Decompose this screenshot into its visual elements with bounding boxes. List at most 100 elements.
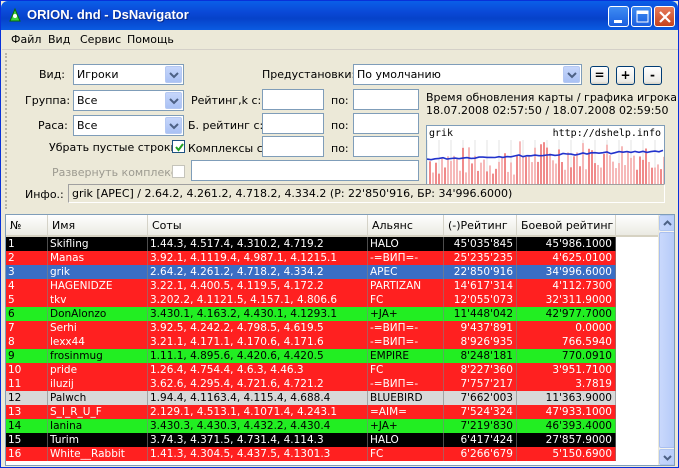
table-row[interactable]: 8 lexx44 3.21.1, 4.171.1, 4.170.6, 4.171.6… <box>6 335 659 349</box>
presets-select[interactable]: По умолчанию <box>353 64 582 85</box>
cell-number: 3 <box>6 265 48 279</box>
graph-bar <box>576 152 578 184</box>
table-row[interactable]: 14 Ianina 3.430.3, 4.430.3, 4.432.2, 4.430… <box>6 419 659 433</box>
graph-bar <box>564 169 566 184</box>
expand-complexes-checkbox[interactable] <box>172 165 185 178</box>
complexes-from-input[interactable] <box>262 136 324 157</box>
table-row[interactable]: 11 iluzij 3.62.6, 4.295.4, 4.721.6, 4.721.… <box>6 377 659 391</box>
graph-bar <box>597 164 599 184</box>
expand-complexes-label: Развернуть комплексы <box>52 166 186 179</box>
graph-bar <box>660 169 662 184</box>
cell-rating: 6'417'424 <box>444 433 517 447</box>
view-select[interactable]: Игроки <box>73 64 184 85</box>
table-row[interactable]: 1 Skifling 1.44.3, 4.517.4, 4.310.2, 4.719… <box>6 237 659 251</box>
menu-file[interactable]: Файл <box>11 33 41 46</box>
graph-bar <box>480 162 482 184</box>
group-select[interactable]: Все <box>73 90 184 111</box>
col-header-number[interactable]: № <box>6 215 48 237</box>
race-select-arrow[interactable] <box>165 117 182 134</box>
graph-bar <box>489 165 491 184</box>
scroll-up-button[interactable] <box>659 215 674 231</box>
table-row[interactable]: 4 HAGENIDZE 3.22.1, 4.400.5, 4.119.5, 4.17… <box>6 279 659 293</box>
cell-number: 5 <box>6 293 48 307</box>
table-row[interactable]: 16 White__Rabbit 1.41.3, 4.304.5, 4.437.5,… <box>6 447 659 461</box>
graph-bar <box>498 161 500 184</box>
remove-empty-checkbox[interactable] <box>172 140 185 153</box>
cell-name: tkv <box>48 293 148 307</box>
graph-bar <box>432 172 434 184</box>
preset-save-button[interactable]: = <box>590 66 609 85</box>
complexes-from-label: Комплексы с: <box>188 142 267 155</box>
group-select-arrow[interactable] <box>165 92 182 109</box>
cell-alliance: FC <box>368 447 444 461</box>
graph-bar <box>453 155 455 184</box>
cell-soty: 3.430.1, 4.163.2, 4.430.1, 4.1293.1 <box>148 307 368 321</box>
cell-rating: 25'235'235 <box>444 251 517 265</box>
chevron-down-icon <box>169 72 179 79</box>
table-row[interactable]: 13 S_I_R_U_F 2.129.1, 4.513.1, 4.1071.4, 4… <box>6 405 659 419</box>
graph-bar <box>636 169 638 184</box>
cell-battle-rating: 5'150.6900 <box>517 447 616 461</box>
cell-number: 1 <box>6 237 48 251</box>
scroll-down-button[interactable] <box>659 449 674 465</box>
graph-bar <box>459 170 461 184</box>
col-header-rating[interactable]: (-)Рейтинг <box>444 215 517 237</box>
cell-number: 14 <box>6 419 48 433</box>
table-row[interactable]: 3 grik 2.64.2, 4.261.2, 4.718.2, 4.334.2 AP… <box>6 265 659 279</box>
cell-alliance: +JA+ <box>368 307 444 321</box>
complexes-to-input[interactable] <box>353 136 419 157</box>
col-header-battle-rating[interactable]: Боевой рейтинг <box>517 215 616 237</box>
menu-service[interactable]: Сервис <box>80 33 121 46</box>
minimize-button[interactable] <box>608 6 629 27</box>
players-table: № Имя Соты Альянс (-)Рейтинг Боевой рейт… <box>5 214 675 466</box>
table-row[interactable]: 2 Manas 3.92.1, 4.1119.4, 4.987.1, 4.1215.… <box>6 251 659 265</box>
preset-remove-button[interactable]: - <box>643 66 662 85</box>
cell-battle-rating: 3.7819 <box>517 377 616 391</box>
cell-number: 12 <box>6 391 48 405</box>
view-select-arrow[interactable] <box>165 66 182 83</box>
rating-from-input[interactable] <box>262 89 324 110</box>
cell-soty: 1.44.3, 4.517.4, 4.310.2, 4.719.2 <box>148 237 368 251</box>
expand-complexes-input[interactable] <box>191 160 419 181</box>
player-graph: grik http://dshelp.info <box>426 125 665 185</box>
graph-bar <box>495 168 497 184</box>
vertical-scrollbar[interactable] <box>658 215 674 465</box>
title-bar[interactable]: ORION. dnd - DsNavigator <box>1 1 678 30</box>
rating-to-input[interactable] <box>353 89 419 110</box>
checkmark-icon <box>175 143 184 152</box>
cell-battle-rating: 766.5940 <box>517 335 616 349</box>
col-header-alliance[interactable]: Альянс <box>368 215 444 237</box>
col-header-name[interactable]: Имя <box>48 215 148 237</box>
table-row[interactable]: 10 pride 1.26.4, 4.754.4, 4.6.3, 4.46.3 FC 8… <box>6 363 659 377</box>
battle-rating-to-input[interactable] <box>353 113 419 134</box>
cell-number: 15 <box>6 433 48 447</box>
cell-name: S_I_R_U_F <box>48 405 148 419</box>
rating-from-label: Рейтинг,k с: <box>191 94 262 107</box>
table-row[interactable]: 6 DonAlonzo 3.430.1, 4.163.2, 4.430.1, 4.1… <box>6 307 659 321</box>
menu-view[interactable]: Вид <box>48 33 70 46</box>
table-row[interactable]: 15 Turim 3.74.3, 4.371.5, 4.731.4, 4.114.3… <box>6 433 659 447</box>
presets-select-arrow[interactable] <box>563 66 580 83</box>
remove-empty-label: Убрать пустые строки <box>49 141 178 154</box>
race-select[interactable]: Все <box>73 115 184 136</box>
battle-rating-from-input[interactable] <box>262 113 324 134</box>
table-row[interactable]: 9 frosinmug 1.11.1, 4.895.6, 4.420.6, 4.42… <box>6 349 659 363</box>
graph-bar <box>639 156 641 184</box>
col-header-filler <box>616 215 659 237</box>
close-button[interactable] <box>654 6 675 27</box>
scroll-thumb[interactable] <box>659 232 674 448</box>
table-row[interactable]: 12 Palwch 1.94.4, 4.1163.4, 4.115.4, 4.688… <box>6 391 659 405</box>
maximize-button[interactable] <box>631 6 652 27</box>
graph-bar <box>477 170 479 184</box>
cell-soty: 1.41.3, 4.304.5, 4.437.5, 4.1301.3 <box>148 447 368 461</box>
col-header-soty[interactable]: Соты <box>148 215 368 237</box>
cell-rating: 6'266'679 <box>444 447 517 461</box>
cell-rating: 8'926'935 <box>444 335 517 349</box>
graph-bar <box>537 161 539 184</box>
cell-alliance: EMPIRE <box>368 349 444 363</box>
table-row[interactable]: 5 tkv 3.202.2, 4.1121.5, 4.157.1, 4.806.6 F… <box>6 293 659 307</box>
preset-add-button[interactable]: + <box>616 66 635 85</box>
menu-help[interactable]: Помощь <box>127 33 174 46</box>
table-row[interactable]: 7 Serhi 3.92.5, 4.242.2, 4.798.5, 4.619.5-… <box>6 321 659 335</box>
cell-battle-rating: 46'393.4000 <box>517 419 616 433</box>
